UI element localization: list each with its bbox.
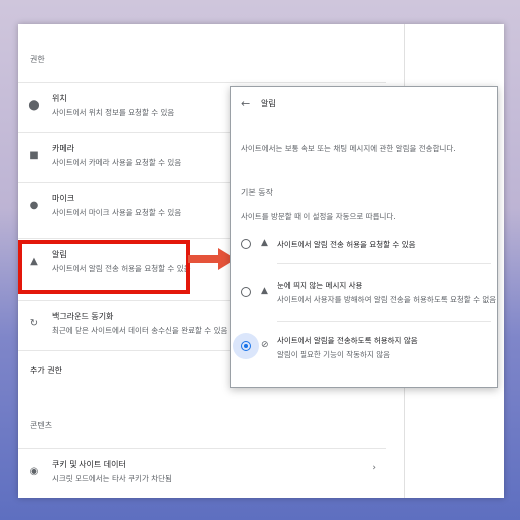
row-desc: 사이트에서 마이크 사용을 요청할 수 있음: [52, 208, 182, 217]
content-row-cookies[interactable]: ◉ 쿠키 및 사이트 데이터 시크릿 모드에서는 타사 쿠키가 차단됨 ›: [18, 448, 386, 498]
bell-quiet-icon: ▲: [261, 286, 268, 296]
back-arrow-icon[interactable]: ←: [241, 97, 250, 110]
location-pin-icon: ⬤: [28, 100, 40, 111]
option-title: 사이트에서 알림 전송 허용을 요청할 수 있음: [277, 240, 416, 249]
highlight-box: [18, 240, 190, 294]
row-desc: 사이트에서 카메라 사용을 요청할 수 있음: [52, 158, 182, 167]
bell-icon: ▲: [261, 238, 268, 248]
additional-permissions-label: 추가 권한: [30, 366, 62, 375]
option-title: 눈에 띄지 않는 메시지 사용: [277, 281, 363, 290]
cookie-icon: ◉: [29, 466, 39, 477]
radio-quiet[interactable]: [241, 287, 251, 297]
row-desc: 사이트에서 위치 정보를 요청할 수 있음: [52, 108, 175, 117]
sync-icon: ↻: [29, 318, 39, 329]
row-title: 쿠키 및 사이트 데이터: [52, 460, 126, 469]
row-title: 백그라운드 동기화: [52, 312, 114, 321]
row-title: 마이크: [52, 194, 75, 203]
notifications-popup: ← 알림 사이트에서는 보통 속보 또는 채팅 메시지에 관한 알림을 전송합니…: [230, 86, 498, 388]
radio-block[interactable]: [241, 341, 251, 351]
row-title: 카메라: [52, 144, 75, 153]
chevron-right-icon: ›: [372, 463, 376, 473]
option-title: 사이트에서 알림을 전송하도록 허용하지 않음: [277, 336, 418, 345]
default-behavior-heading: 기본 동작: [241, 188, 273, 197]
permissions-section-title: 권한: [30, 55, 45, 64]
option-desc: 알림이 필요한 기능이 작동하지 않음: [277, 350, 391, 359]
row-title: 위치: [52, 94, 67, 103]
popup-description: 사이트에서는 보통 속보 또는 채팅 메시지에 관한 알림을 전송합니다.: [241, 144, 456, 153]
microphone-icon: ●: [29, 200, 39, 211]
radio-ask[interactable]: [241, 239, 251, 249]
option-divider: [277, 321, 491, 322]
content-section-title: 콘텐츠: [30, 421, 53, 430]
option-desc: 사이트에서 사용자를 방해하여 알림 전송을 허용하도록 요청할 수 없음: [277, 295, 497, 304]
row-desc: 시크릿 모드에서는 타사 쿠키가 차단됨: [52, 474, 172, 483]
camera-icon: ■: [29, 150, 39, 161]
popup-title: 알림: [261, 99, 276, 108]
row-desc: 최근에 닫은 사이트에서 데이터 송수신을 완료할 수 있음: [52, 326, 228, 335]
bell-off-icon: ⊘: [261, 340, 269, 350]
default-behavior-desc: 사이트를 방문할 때 이 설정을 자동으로 따릅니다.: [241, 212, 396, 221]
option-divider: [277, 263, 491, 264]
pointer-arrow-icon: [188, 248, 236, 270]
